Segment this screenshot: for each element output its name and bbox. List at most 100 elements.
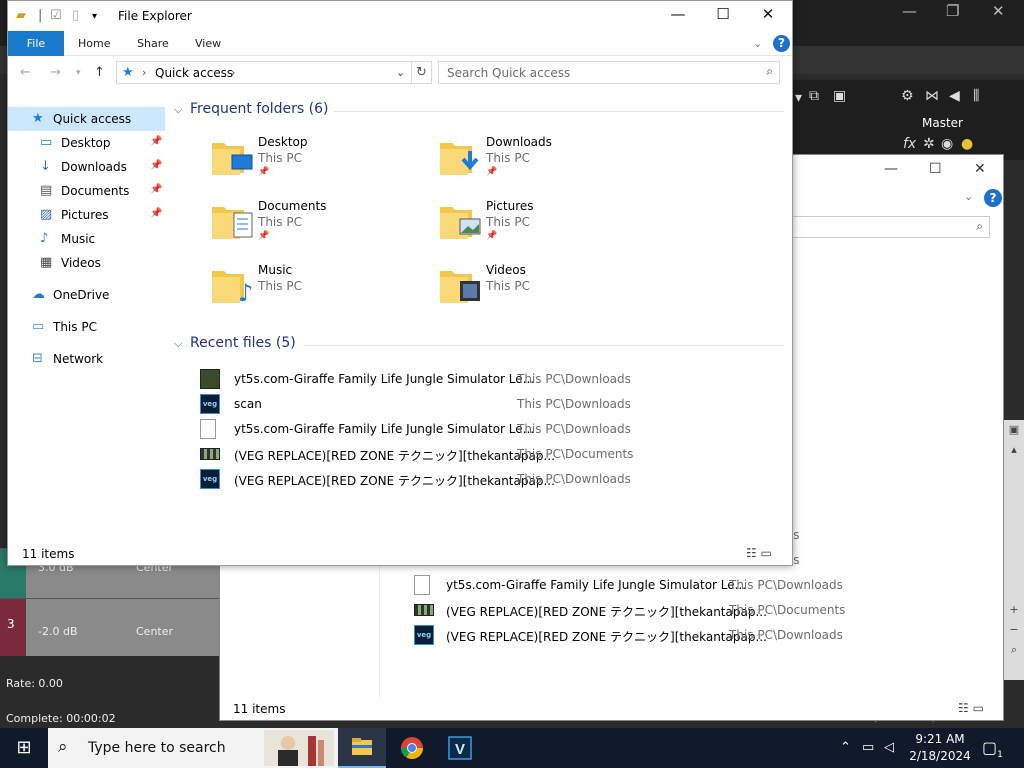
taskbar-chrome[interactable] xyxy=(388,728,436,768)
maximize-button[interactable]: ☐ xyxy=(701,5,745,27)
volume-muted-icon[interactable]: ◁ xyxy=(884,740,894,755)
explorer2-recent-row[interactable]: veg (VEG REPLACE)[RED ZONE テクニック][thekan… xyxy=(414,623,974,647)
bg-magnify-icon[interactable]: ⌕ xyxy=(1004,640,1024,660)
explorer2-maximize-button[interactable]: ☐ xyxy=(929,161,942,177)
breadcrumb-quick-access[interactable]: Quick access xyxy=(155,66,233,80)
address-bar[interactable]: ★ › Quick access › ⌄ xyxy=(116,61,412,84)
taskbar-file-explorer[interactable] xyxy=(338,728,386,768)
close-button[interactable]: ✕ xyxy=(746,5,790,27)
bg-solo-icon[interactable]: ● xyxy=(961,136,973,152)
search-input[interactable] xyxy=(439,62,739,83)
bg-scroll-icon[interactable]: ▣ xyxy=(1004,420,1024,440)
frequent-folder-documents[interactable]: Documents This PC 📌 xyxy=(210,197,410,253)
recent-file-row[interactable]: yt5s.com-Giraffe Family Life Jungle Simu… xyxy=(200,367,760,391)
ribbon-expand-icon[interactable]: ⌄ xyxy=(753,37,762,50)
nav-item-downloads[interactable]: ↓ Downloads 📌 xyxy=(8,155,165,179)
nav-item-documents[interactable]: ▤ Documents 📌 xyxy=(8,179,165,203)
minimize-button[interactable]: — xyxy=(656,5,700,27)
file-explorer-window[interactable]: ▰ | ☑ ▯ ▾ File Explorer — ☐ ✕ File Home … xyxy=(7,0,793,566)
breadcrumb-chevron-icon[interactable]: › xyxy=(142,66,146,79)
breadcrumb-chevron-icon[interactable]: › xyxy=(231,66,235,79)
recent-file-row[interactable]: veg scan This PC\Downloads xyxy=(200,392,760,416)
explorer2-minimize-button[interactable]: — xyxy=(884,161,898,177)
details-view-icon[interactable]: ☷ xyxy=(746,546,757,560)
folder-app-icon[interactable]: ▰ xyxy=(16,8,26,23)
bg-noise-icon[interactable]: ◉ xyxy=(941,136,953,152)
taskbar-vegas[interactable]: V xyxy=(436,728,484,768)
frequent-folder-videos[interactable]: Videos This PC xyxy=(438,261,638,317)
folder-location: This PC xyxy=(486,279,530,293)
explorer2-search-box[interactable]: ⌕ xyxy=(780,216,990,238)
recent-file-row[interactable]: yt5s.com-Giraffe Family Life Jungle Simu… xyxy=(200,417,760,441)
details-view-icon[interactable]: ☷ xyxy=(958,701,969,715)
address-dropdown-icon[interactable]: ⌄ xyxy=(396,66,405,79)
bg-faders-icon[interactable]: ⫼ xyxy=(973,88,979,104)
bg-mute-icon[interactable]: ◀ xyxy=(949,88,960,104)
explorer2-view-toggle[interactable]: ☷ ▭ xyxy=(958,701,984,715)
recent-file-row[interactable]: (VEG REPLACE)[RED ZONE テクニック][thekantapa… xyxy=(200,442,760,466)
bg-dropdown-icon[interactable]: ▾ xyxy=(795,90,802,106)
recent-locations-icon[interactable]: ▾ xyxy=(76,68,81,78)
back-arrow-icon[interactable]: ← xyxy=(20,65,31,80)
explorer2-close-button[interactable]: ✕ xyxy=(974,161,986,177)
bg-copy-icon[interactable]: ⧉ xyxy=(809,88,819,104)
frequent-folder-desktop[interactable]: Desktop This PC 📌 xyxy=(210,133,410,189)
explorer2-recent-row[interactable]: yt5s.com-Giraffe Family Life Jungle Simu… xyxy=(414,573,974,597)
bg-gear-icon[interactable]: ✲ xyxy=(923,136,935,152)
frequent-folders-header[interactable]: ⌵ Frequent folders (6) xyxy=(174,101,784,121)
search-box[interactable]: ⌕ xyxy=(438,61,780,84)
nav-item-onedrive[interactable]: ☁ OneDrive xyxy=(8,283,165,307)
bg-close-button[interactable]: ✕ xyxy=(992,2,1005,20)
nav-item-network[interactable]: ⊟ Network xyxy=(8,347,165,371)
new-folder-icon[interactable]: ▯ xyxy=(72,8,79,23)
bg-maximize-button[interactable]: ❐ xyxy=(946,2,959,20)
up-arrow-icon[interactable]: ↑ xyxy=(94,65,105,80)
frequent-folder-music[interactable]: ♪ Music This PC xyxy=(210,261,410,317)
help-button[interactable]: ? xyxy=(773,35,790,52)
bg-vertical-scrollbar[interactable]: ▣ ▴ + − ⌕ xyxy=(1004,420,1024,680)
tab-file[interactable]: File xyxy=(8,31,64,56)
forward-arrow-icon[interactable]: → xyxy=(50,65,61,80)
tiles-view-icon[interactable]: ▭ xyxy=(973,701,984,715)
network-icon[interactable]: ▭ xyxy=(862,740,874,755)
collapse-chevron-icon[interactable]: ⌵ xyxy=(174,103,182,117)
tab-view[interactable]: View xyxy=(181,31,235,56)
frequent-folder-pictures[interactable]: Pictures This PC 📌 xyxy=(438,197,638,253)
recent-file-row[interactable]: veg (VEG REPLACE)[RED ZONE テクニック][thekant… xyxy=(200,467,760,491)
explorer2-help-button[interactable]: ? xyxy=(984,189,1002,207)
explorer2-recent-row[interactable]: (VEG REPLACE)[RED ZONE テクニック][thekantapa… xyxy=(414,598,974,622)
nav-item-music[interactable]: ♪ Music xyxy=(8,227,165,251)
bg-save-icon[interactable]: ▣ xyxy=(833,88,846,104)
customize-qat-icon[interactable]: ▾ xyxy=(92,11,97,22)
bg-fx-icon[interactable]: fx xyxy=(903,136,916,152)
taskbar-search-box[interactable]: ⌕ Type here to search xyxy=(48,728,338,768)
nav-item-desktop[interactable]: ▭ Desktop 📌 xyxy=(8,131,165,155)
bg-minimize-button[interactable]: — xyxy=(902,2,917,20)
recent-files-header[interactable]: ⌵ Recent files (5) xyxy=(174,335,784,355)
refresh-button[interactable]: ↻ xyxy=(412,61,432,84)
bg-zoom-in-icon[interactable]: + xyxy=(1004,600,1024,620)
explorer2-recent-location: This PC\Downloads xyxy=(729,628,843,642)
tiles-view-icon[interactable]: ▭ xyxy=(761,546,772,560)
nav-item-quick-access[interactable]: ★ Quick access xyxy=(8,107,165,131)
tab-home[interactable]: Home xyxy=(64,31,124,56)
collapse-chevron-icon[interactable]: ⌵ xyxy=(174,337,182,351)
tab-share[interactable]: Share xyxy=(123,31,183,56)
title-bar[interactable]: ▰ | ☑ ▯ ▾ File Explorer — ☐ ✕ xyxy=(8,1,792,31)
bg-zoom-out-icon[interactable]: − xyxy=(1004,620,1024,640)
bg-settings-icon[interactable]: ⚙ xyxy=(901,88,914,104)
properties-icon[interactable]: ☑ xyxy=(50,8,62,23)
view-toggle[interactable]: ☷ ▭ xyxy=(746,546,772,560)
show-hidden-icons-chevron-icon[interactable]: ⌃ xyxy=(840,740,851,755)
nav-item-videos[interactable]: ▦ Videos xyxy=(8,251,165,275)
nav-item-this-pc[interactable]: ▭ This PC xyxy=(8,315,165,339)
explorer2-ribbon-expand-icon[interactable]: ⌄ xyxy=(964,190,973,203)
bg-scroll-up-icon[interactable]: ▴ xyxy=(1004,440,1024,460)
bg-mix-icon[interactable]: ⋈ xyxy=(925,88,939,104)
notification-center-icon[interactable]: ▢1 xyxy=(982,738,1003,760)
taskbar-clock[interactable]: 9:21 AM 2/18/2024 xyxy=(906,731,974,765)
frequent-folder-downloads[interactable]: Downloads This PC 📌 xyxy=(438,133,638,189)
bg-track[interactable]: 3 -2.0 dB Center xyxy=(0,598,220,656)
windows-start-icon[interactable]: ⊞ xyxy=(0,728,48,768)
nav-item-pictures[interactable]: ▨ Pictures 📌 xyxy=(8,203,165,227)
